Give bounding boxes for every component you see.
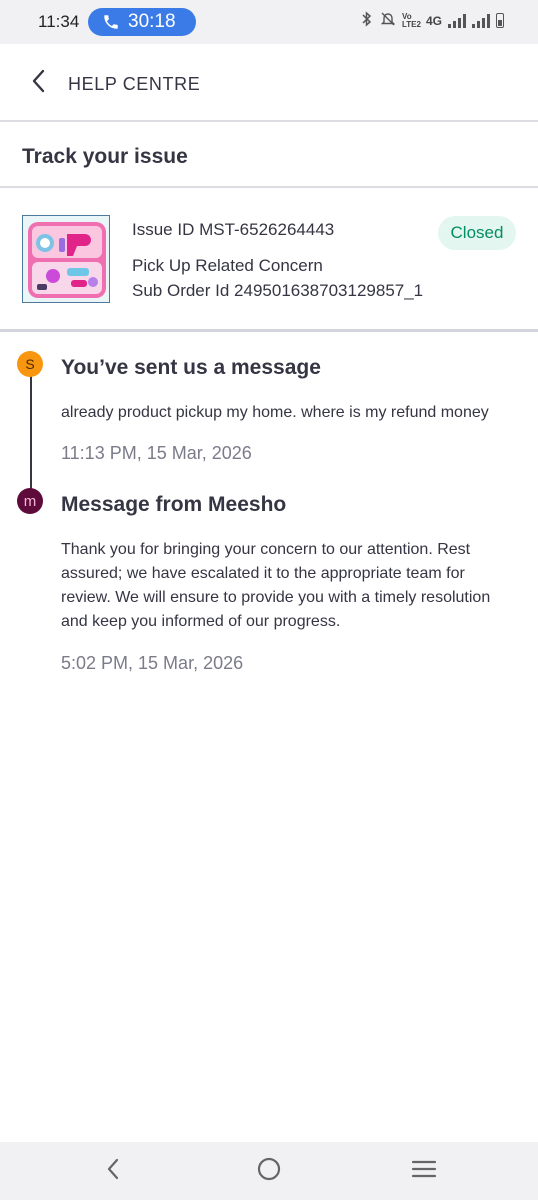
timeline-title: Message from Meesho: [61, 493, 287, 516]
timeline-connector: [30, 374, 32, 490]
bluetooth-icon: [360, 11, 374, 30]
call-timer: 30:18: [128, 11, 176, 32]
status-icons: Vo LTE2 4G: [360, 11, 504, 30]
nav-back-button[interactable]: [98, 1156, 128, 1186]
timeline-title: You’ve sent us a message: [61, 356, 321, 379]
back-button[interactable]: [22, 66, 56, 100]
issue-card[interactable]: Issue ID MST-6526264443 Closed Pick Up R…: [0, 190, 538, 332]
page-title: HELP CENTRE: [68, 74, 201, 94]
issue-concern: Pick Up Related Concern: [132, 256, 323, 275]
phone-icon: [102, 13, 120, 31]
mute-bell-icon: [380, 11, 396, 30]
nav-back-icon: [106, 1158, 120, 1185]
nav-menu-icon: [411, 1158, 437, 1185]
status-badge: Closed: [438, 216, 516, 250]
battery-icon: [496, 13, 504, 28]
timeline-message: already product pickup my home. where is…: [61, 404, 489, 421]
user-avatar: S: [17, 351, 43, 377]
signal-strength-icon-2: [472, 13, 490, 28]
meesho-avatar: m: [17, 488, 43, 514]
section-title: Track your issue: [22, 145, 188, 168]
timeline-message: Thank you for bringing your concern to o…: [61, 541, 491, 630]
timeline-timestamp: 5:02 PM, 15 Mar, 2026: [61, 653, 244, 673]
system-nav-bar: [0, 1142, 538, 1200]
timeline-timestamp: 11:13 PM, 15 Mar, 2026: [61, 443, 252, 463]
nav-home-icon: [256, 1156, 282, 1187]
network-type: 4G: [425, 13, 442, 28]
chevron-left-icon: [31, 69, 47, 98]
app-header: HELP CENTRE: [0, 44, 538, 122]
track-section: Track your issue: [0, 124, 538, 188]
nav-menu-button[interactable]: [409, 1156, 439, 1186]
signal-strength-icon: [448, 13, 466, 28]
issue-id: Issue ID MST-6526264443: [132, 220, 335, 239]
sub-order-id: Sub Order Id 249501638703129857_1: [132, 281, 424, 300]
nav-home-button[interactable]: [254, 1156, 284, 1186]
product-thumbnail: [22, 215, 110, 303]
status-bar: 11:34 30:18 Vo LTE2 4G: [0, 0, 538, 44]
volte-label: Vo LTE2: [401, 11, 421, 29]
status-time: 11:34: [38, 12, 80, 31]
ongoing-call-pill[interactable]: 30:18: [88, 8, 196, 36]
